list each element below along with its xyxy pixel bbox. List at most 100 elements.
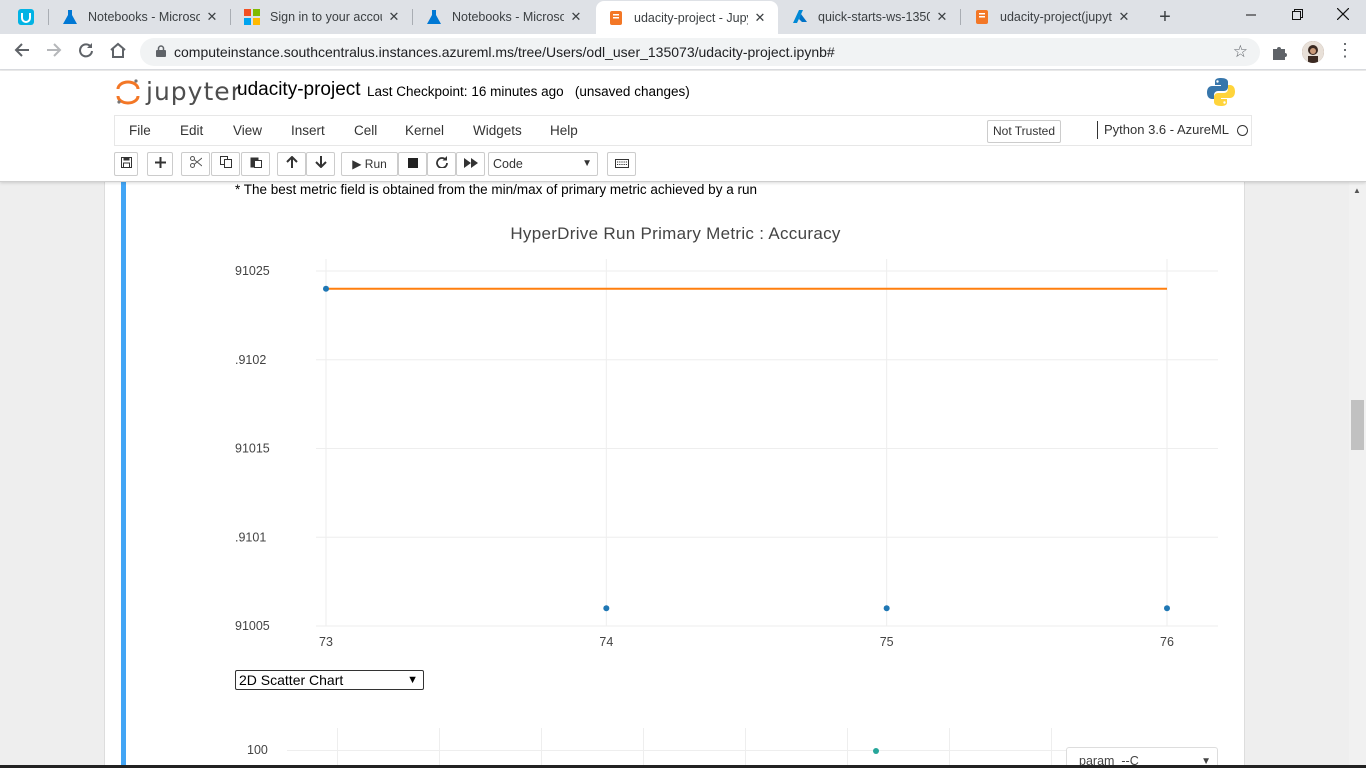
tab-notebooks-2[interactable]: Notebooks - Microsoft ✕ — [414, 0, 594, 34]
jupyter-logo-text: jupyter — [146, 77, 242, 106]
browser-menu-icon[interactable]: ⋮ — [1336, 40, 1354, 61]
run-point — [323, 285, 329, 292]
menu-widgets[interactable]: Widgets — [473, 123, 522, 138]
menu-insert[interactable]: Insert — [291, 123, 325, 138]
chart-type-value: 2D Scatter Chart — [239, 672, 344, 688]
profile-avatar[interactable] — [1302, 41, 1324, 63]
y-tick-label: 91025 — [235, 264, 270, 278]
notebook-name[interactable]: udacity-project — [237, 79, 361, 101]
tab-quick-starts[interactable]: quick-starts-ws-13507 ✕ — [780, 0, 960, 34]
tab-sign-in[interactable]: Sign in to your accoun ✕ — [232, 0, 412, 34]
chevron-down-icon: ▼ — [582, 158, 592, 169]
reload-icon — [79, 43, 93, 58]
scroll-up-icon[interactable]: ▲ — [1353, 186, 1361, 195]
restart-run-all-button[interactable] — [456, 152, 485, 176]
browser-tab-strip: Notebooks - Microsoft ✕ Sign in to your … — [0, 0, 1366, 34]
scrollbar-thumb[interactable] — [1351, 400, 1364, 450]
menu-kernel[interactable]: Kernel — [405, 123, 444, 138]
menu-edit[interactable]: Edit — [180, 123, 203, 138]
run-point — [1164, 605, 1170, 612]
close-window-button[interactable] — [1320, 0, 1366, 30]
python-logo-icon — [1207, 78, 1235, 106]
close-icon[interactable]: ✕ — [934, 9, 950, 25]
bookmark-star-icon[interactable]: ☆ — [1233, 42, 1248, 62]
kernel-name[interactable]: Python 3.6 - AzureML — [1097, 121, 1229, 139]
tab-label: quick-starts-ws-13507 — [818, 10, 930, 24]
copy-icon — [219, 156, 232, 168]
browser-toolbar: computeinstance.southcentralus.instances… — [0, 34, 1366, 70]
menu-file[interactable]: File — [129, 123, 151, 138]
tab-udacity[interactable] — [6, 0, 48, 34]
close-icon[interactable]: ✕ — [568, 9, 584, 25]
home-icon — [110, 42, 126, 58]
command-palette-button[interactable] — [607, 152, 636, 176]
cell-type-value: Code — [493, 157, 523, 171]
chart2-gridline — [643, 728, 644, 768]
fast-forward-icon — [463, 158, 478, 168]
forward-button[interactable] — [42, 40, 66, 64]
insert-cell-button[interactable] — [147, 152, 173, 176]
x-tick-label: 76 — [1160, 635, 1174, 649]
kernel-idle-icon — [1237, 125, 1248, 136]
chart2-gridline — [847, 728, 848, 768]
azureml-flask-icon — [427, 10, 441, 24]
close-icon[interactable]: ✕ — [386, 9, 402, 25]
save-button[interactable] — [114, 152, 138, 176]
menu-view[interactable]: View — [233, 123, 262, 138]
chart-type-select[interactable]: 2D Scatter Chart ▼ — [235, 670, 424, 690]
tab-udacity-project-active[interactable]: udacity-project - Jupyt ✕ — [596, 1, 778, 34]
tab-label: udacity-project(jupyte — [1000, 10, 1112, 24]
save-status: (unsaved changes) — [574, 84, 690, 99]
cut-button[interactable] — [181, 152, 210, 176]
minimize-button[interactable] — [1228, 0, 1274, 30]
home-button[interactable] — [106, 40, 130, 64]
scissors-icon — [189, 156, 202, 168]
restore-button[interactable] — [1274, 0, 1320, 30]
menu-help[interactable]: Help — [550, 123, 578, 138]
back-button[interactable] — [10, 40, 34, 64]
notebook-menubar: File Edit View Insert Cell Kernel Widget… — [114, 115, 1252, 146]
move-up-button[interactable] — [277, 152, 306, 176]
url-text: computeinstance.southcentralus.instances… — [174, 44, 835, 60]
chevron-down-icon: ▼ — [407, 674, 418, 686]
tab-label: Sign in to your accoun — [270, 10, 382, 24]
save-icon — [120, 157, 132, 168]
cell-type-select[interactable]: Code ▼ — [488, 152, 598, 176]
close-icon[interactable]: ✕ — [1116, 9, 1132, 25]
checkpoint-time: 16 minutes ago — [471, 84, 564, 99]
azure-logo-icon — [793, 10, 807, 23]
restart-icon — [435, 156, 448, 169]
menu-cell[interactable]: Cell — [354, 123, 377, 138]
page-scrollbar[interactable]: ▲ — [1349, 182, 1366, 768]
y-tick-label: .9101 — [235, 530, 266, 544]
trusted-indicator[interactable]: Not Trusted — [987, 120, 1061, 143]
jupyter-logo[interactable]: jupyter — [116, 77, 242, 106]
move-down-button[interactable] — [306, 152, 335, 176]
x-tick-label: 75 — [880, 635, 894, 649]
tab-udacity-project-2[interactable]: udacity-project(jupyte ✕ — [962, 0, 1142, 34]
tab-notebooks-1[interactable]: Notebooks - Microsoft ✕ — [50, 0, 230, 34]
microsoft-logo-icon — [244, 9, 260, 25]
plus-icon — [154, 157, 166, 168]
tab-label: Notebooks - Microsoft — [452, 10, 564, 24]
x-tick-label: 73 — [319, 635, 333, 649]
new-tab-button[interactable]: + — [1154, 6, 1176, 28]
close-icon[interactable]: ✕ — [752, 10, 768, 26]
run-button[interactable]: ▶ Run — [341, 152, 398, 176]
interrupt-button[interactable] — [398, 152, 427, 176]
tab-label: udacity-project - Jupyt — [634, 10, 748, 25]
reload-button[interactable] — [74, 40, 98, 64]
address-bar[interactable]: computeinstance.southcentralus.instances… — [140, 38, 1260, 66]
restart-button[interactable] — [427, 152, 456, 176]
arrow-left-icon — [14, 43, 29, 57]
chart2-gridline — [337, 728, 338, 768]
extensions-puzzle-icon[interactable] — [1270, 42, 1290, 62]
jupyter-notebook-icon — [610, 10, 622, 25]
close-icon — [1336, 7, 1350, 21]
arrow-down-icon — [314, 156, 327, 169]
close-icon[interactable]: ✕ — [204, 9, 220, 25]
y-tick-label: .9102 — [235, 353, 266, 367]
checkpoint-label: Last Checkpoint: — [367, 84, 468, 99]
paste-button[interactable] — [241, 152, 270, 176]
copy-button[interactable] — [211, 152, 240, 176]
